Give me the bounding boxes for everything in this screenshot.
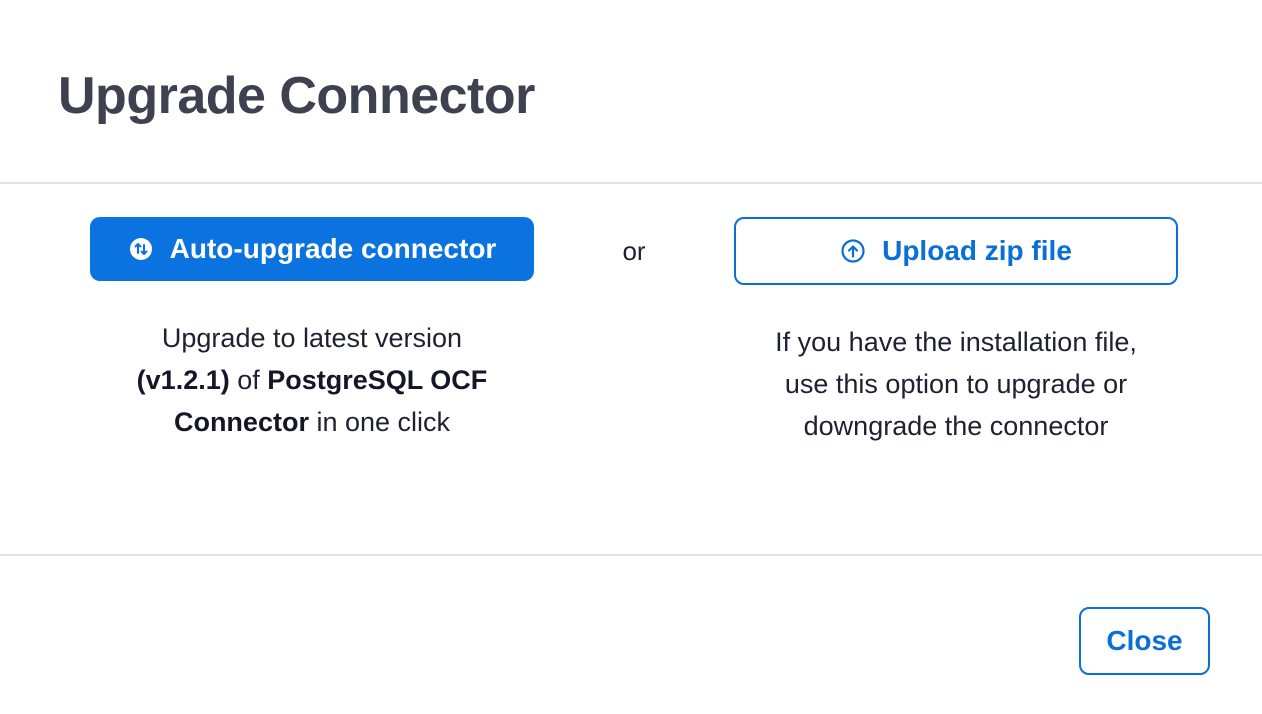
sync-arrows-icon — [128, 236, 154, 262]
dialog-header: Upgrade Connector — [0, 0, 1262, 184]
upload-zip-button[interactable]: Upload zip file — [734, 217, 1178, 285]
auto-upgrade-desc-line1: Upgrade to latest version — [161, 323, 463, 353]
upload-desc-line1: If you have the installation file, — [775, 327, 1137, 357]
auto-upgrade-desc-of: of — [229, 365, 268, 395]
upload-desc-line3: downgrade the connector — [803, 411, 1109, 441]
close-button[interactable]: Close — [1079, 607, 1210, 675]
upload-option: Upload zip file If you have the installa… — [734, 217, 1178, 447]
auto-upgrade-description: Upgrade to latest version (v1.2.1) of Po… — [90, 317, 534, 443]
upload-description: If you have the installation file, use t… — [734, 321, 1178, 447]
dialog-title: Upgrade Connector — [58, 67, 535, 125]
latest-version: (v1.2.1) — [136, 365, 230, 395]
upload-desc-line2: use this option to upgrade or — [784, 369, 1128, 399]
upgrade-connector-dialog: Upgrade Connector Auto-upgrade connector… — [0, 0, 1262, 714]
auto-upgrade-button-label: Auto-upgrade connector — [169, 233, 497, 264]
auto-upgrade-button[interactable]: Auto-upgrade connector — [90, 217, 534, 281]
upload-zip-button-label: Upload zip file — [882, 235, 1072, 266]
upload-arrow-circle-icon — [840, 238, 866, 264]
auto-upgrade-desc-suffix: in one click — [308, 407, 451, 437]
connector-name-part2: Connector — [173, 407, 309, 437]
connector-name-part1: PostgreSQL OCF — [267, 365, 488, 395]
auto-upgrade-option: Auto-upgrade connector Upgrade to latest… — [90, 217, 534, 443]
dialog-body: Auto-upgrade connector Upgrade to latest… — [0, 184, 1262, 556]
or-separator: or — [622, 236, 646, 266]
dialog-footer: Close — [0, 556, 1262, 714]
